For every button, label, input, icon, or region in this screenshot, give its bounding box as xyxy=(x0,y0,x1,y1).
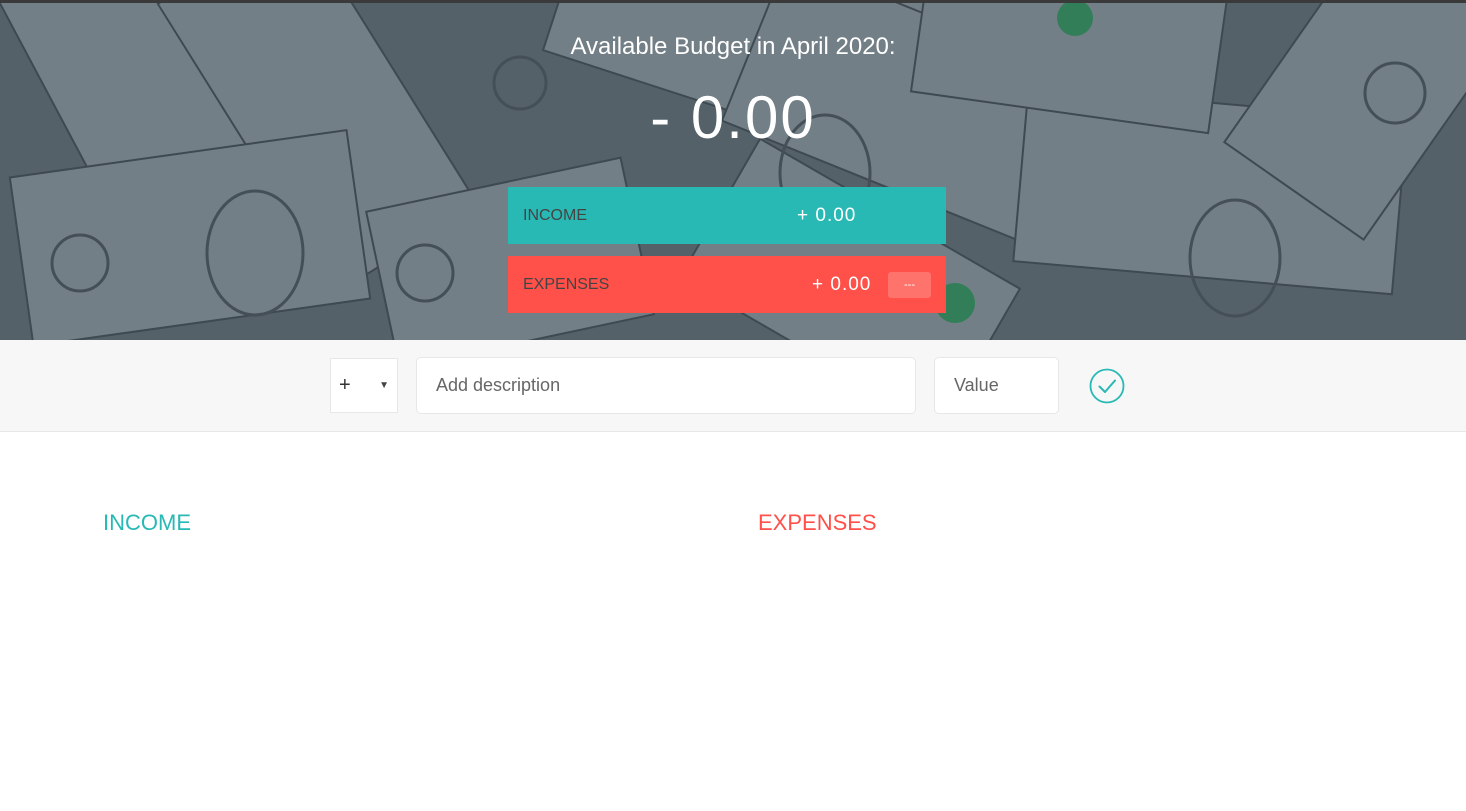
income-summary-value: + 0.00 xyxy=(797,204,857,226)
income-summary: INCOME + 0.00 xyxy=(508,187,946,244)
type-select-value: + xyxy=(339,374,351,396)
expenses-percentage-badge: --- xyxy=(888,271,931,298)
expenses-list-title: EXPENSES xyxy=(758,510,877,535)
budget-title: Available Budget in April 2020: xyxy=(570,33,896,60)
add-item-bar: + ▼ xyxy=(0,340,1466,432)
expenses-summary-label: EXPENSES xyxy=(523,275,610,293)
budget-header: Available Budget in April 2020: - 0.00 I… xyxy=(0,0,1466,340)
check-circle-icon[interactable] xyxy=(1089,368,1125,404)
description-input[interactable] xyxy=(416,357,916,414)
expenses-summary-value: + 0.00 xyxy=(812,273,872,295)
expenses-summary: EXPENSES + 0.00 --- xyxy=(508,256,946,313)
value-input[interactable] xyxy=(934,357,1059,414)
type-select[interactable]: + ▼ xyxy=(330,358,398,413)
budget-value: - 0.00 xyxy=(650,84,816,151)
income-list-title: INCOME xyxy=(103,510,191,535)
chevron-down-icon: ▼ xyxy=(379,380,389,391)
lists-container: INCOME EXPENSES xyxy=(0,432,1466,810)
income-summary-label: INCOME xyxy=(523,206,587,224)
